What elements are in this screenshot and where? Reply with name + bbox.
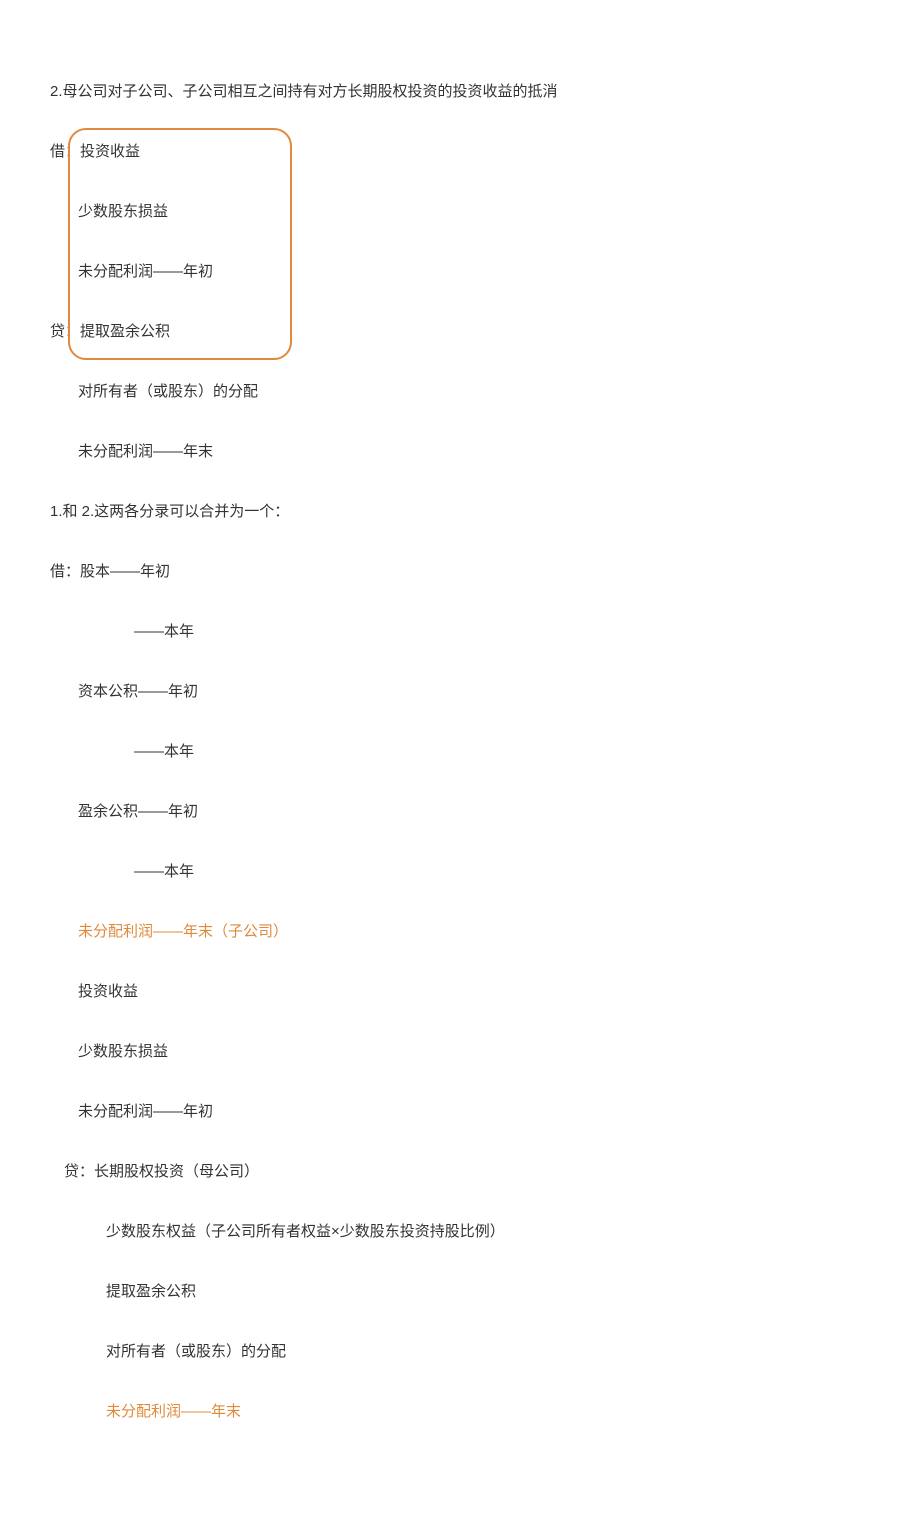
entry-line-debit-2: 少数股东损益 — [50, 200, 870, 224]
combined-debit-2: ——本年 — [50, 620, 870, 644]
credit-label: 贷： — [50, 323, 80, 340]
entry-line-debit-3: 未分配利润——年初 — [50, 260, 870, 284]
combined-debit-3: 资本公积——年初 — [50, 680, 870, 704]
credit-text: 提取盈余公积 — [80, 323, 170, 340]
section-intro: 1.和 2.这两各分录可以合并为一个： — [50, 500, 870, 524]
entry-line-debit-1: 借：投资收益 — [50, 140, 870, 164]
combined-credit-2: 少数股东权益（子公司所有者权益×少数股东投资持股比例） — [50, 1220, 870, 1244]
combined-credit-4: 对所有者（或股东）的分配 — [50, 1340, 870, 1364]
combined-debit-5: 盈余公积——年初 — [50, 800, 870, 824]
combined-credit-5-highlighted: 未分配利润——年末 — [50, 1400, 870, 1424]
entry-line-credit-1: 贷：提取盈余公积 — [50, 320, 870, 344]
combined-debit-7-highlighted: 未分配利润——年末（子公司） — [50, 920, 870, 944]
combined-debit-6: ——本年 — [50, 860, 870, 884]
combined-debit-9: 少数股东损益 — [50, 1040, 870, 1064]
boxed-section: 借：投资收益 少数股东损益 未分配利润——年初 贷：提取盈余公积 对所有者（或股… — [50, 140, 870, 404]
combined-credit-3: 提取盈余公积 — [50, 1280, 870, 1304]
combined-debit-1: 借：股本——年初 — [50, 560, 870, 584]
entry-line-credit-3: 未分配利润——年末 — [50, 440, 870, 464]
combined-debit-4: ——本年 — [50, 740, 870, 764]
document-title: 2.母公司对子公司、子公司相互之间持有对方长期股权投资的投资收益的抵消 — [50, 80, 870, 104]
combined-debit-10: 未分配利润——年初 — [50, 1100, 870, 1124]
entry-line-credit-2: 对所有者（或股东）的分配 — [50, 380, 870, 404]
combined-credit-1: 贷：长期股权投资（母公司） — [50, 1160, 870, 1184]
combined-debit-8: 投资收益 — [50, 980, 870, 1004]
